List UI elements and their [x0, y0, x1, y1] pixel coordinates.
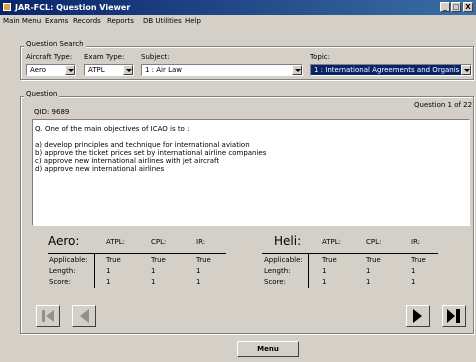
- heli-applicable-ir: True: [411, 256, 426, 264]
- qid-label: QID: 9689: [34, 108, 70, 116]
- chevron-down-icon[interactable]: [292, 65, 302, 75]
- aero-score-cpl: 1: [151, 278, 156, 286]
- aero-applicable-label: Applicable:: [49, 256, 88, 264]
- aero-score-ir: 1: [196, 278, 201, 286]
- heli-col-atpl: ATPL:: [322, 238, 342, 246]
- aero-applicable-ir: True: [196, 256, 211, 264]
- subject-value: 1 : Air Law: [145, 66, 183, 74]
- heli-applicable-atpl: True: [322, 256, 337, 264]
- menu-db-utilities[interactable]: DB Utilities: [143, 17, 182, 25]
- menu-reports[interactable]: Reports: [107, 17, 134, 25]
- aero-score-atpl: 1: [106, 278, 111, 286]
- heli-separator: [308, 254, 309, 288]
- heli-length-cpl: 1: [366, 267, 371, 275]
- aero-length-cpl: 1: [151, 267, 156, 275]
- heli-score-ir: 1: [411, 278, 416, 286]
- subject-select[interactable]: 1 : Air Law: [141, 64, 303, 76]
- question-group-label: Question: [24, 90, 60, 98]
- aero-length-atpl: 1: [106, 267, 111, 275]
- previous-question-button[interactable]: [72, 305, 96, 327]
- title-bar: JAR-FCL: Question Viewer _ □ X: [0, 0, 476, 15]
- question-counter: Question 1 of 22: [414, 101, 473, 109]
- menu-button[interactable]: Menu: [237, 341, 299, 357]
- aero-length-ir: 1: [196, 267, 201, 275]
- aircraft-type-value: Aero: [30, 66, 46, 74]
- window-title: JAR-FCL: Question Viewer: [15, 3, 131, 12]
- menu-records[interactable]: Records: [73, 17, 101, 25]
- aircraft-type-label: Aircraft Type:: [26, 53, 73, 61]
- menu-bar: Main Menu Exams Records Reports DB Utili…: [0, 15, 476, 28]
- heli-length-label: Length:: [264, 267, 291, 275]
- question-text: Q. One of the main objectives of ICAO is…: [35, 125, 267, 173]
- exam-type-label: Exam Type:: [84, 53, 125, 61]
- heli-applicable-label: Applicable:: [264, 256, 303, 264]
- heli-divider: [262, 253, 438, 254]
- menu-help[interactable]: Help: [185, 17, 201, 25]
- heli-title: Heli:: [274, 234, 302, 248]
- aero-col-ir: IR:: [196, 238, 206, 246]
- next-icon: [413, 309, 422, 323]
- menu-exams[interactable]: Exams: [45, 17, 68, 25]
- heli-length-ir: 1: [411, 267, 416, 275]
- last-icon: [447, 309, 460, 323]
- subject-label: Subject:: [141, 53, 170, 61]
- minimize-button[interactable]: _: [440, 2, 450, 12]
- menu-main-menu[interactable]: Main Menu: [3, 17, 41, 25]
- exam-type-value: ATPL: [88, 66, 105, 74]
- aero-divider: [48, 253, 226, 254]
- app-icon: [3, 3, 11, 11]
- heli-score-atpl: 1: [322, 278, 327, 286]
- exam-type-select[interactable]: ATPL: [84, 64, 134, 76]
- aero-applicable-atpl: True: [106, 256, 121, 264]
- question-text-panel[interactable]: Q. One of the main objectives of ICAO is…: [32, 119, 470, 226]
- aero-score-label: Score:: [49, 278, 71, 286]
- first-icon: [42, 310, 54, 322]
- previous-icon: [80, 309, 89, 323]
- next-question-button[interactable]: [406, 305, 430, 327]
- last-question-button[interactable]: [442, 305, 466, 327]
- topic-value: 1 : International Agreements and Organis…: [314, 66, 460, 74]
- question-search-label: Question Search: [24, 40, 86, 48]
- heli-applicable-cpl: True: [366, 256, 381, 264]
- heli-length-atpl: 1: [322, 267, 327, 275]
- chevron-down-icon[interactable]: [65, 65, 75, 75]
- heli-score-label: Score:: [264, 278, 286, 286]
- aero-title: Aero:: [48, 234, 80, 248]
- heli-score-cpl: 1: [366, 278, 371, 286]
- maximize-button[interactable]: □: [451, 2, 461, 12]
- aircraft-type-select[interactable]: Aero: [26, 64, 76, 76]
- aero-col-cpl: CPL:: [151, 238, 167, 246]
- heli-col-cpl: CPL:: [366, 238, 382, 246]
- close-button[interactable]: X: [463, 2, 473, 12]
- heli-col-ir: IR:: [411, 238, 421, 246]
- first-question-button[interactable]: [36, 305, 60, 327]
- topic-select[interactable]: 1 : International Agreements and Organis…: [310, 64, 472, 76]
- aero-length-label: Length:: [49, 267, 76, 275]
- aero-col-atpl: ATPL:: [106, 238, 126, 246]
- chevron-down-icon[interactable]: [461, 65, 471, 75]
- aero-separator: [94, 254, 95, 288]
- topic-label: Topic:: [310, 53, 330, 61]
- aero-applicable-cpl: True: [151, 256, 166, 264]
- chevron-down-icon[interactable]: [123, 65, 133, 75]
